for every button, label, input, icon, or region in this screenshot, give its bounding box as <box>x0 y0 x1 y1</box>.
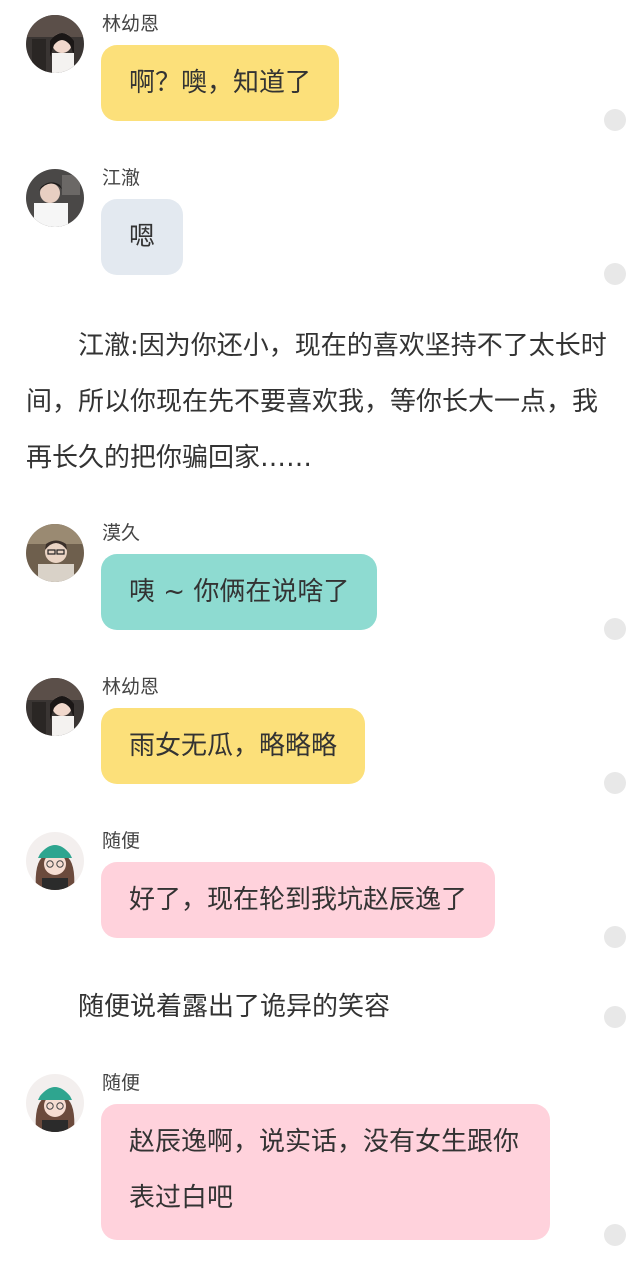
message-bubble[interactable]: 赵辰逸啊，说实话，没有女生跟你表过白吧 <box>101 1104 550 1240</box>
status-dot[interactable] <box>604 109 626 131</box>
girl-dark-hair-avatar <box>26 15 84 73</box>
sender-name: 江澈 <box>102 167 141 189</box>
avatar[interactable] <box>26 1074 84 1132</box>
narration-text: 江澈:因为你还小，现在的喜欢坚持不了太长时间，所以你现在先不要喜欢我，等你长大一… <box>26 331 607 473</box>
message-bubble[interactable]: 咦 ~ 你俩在说啥了 <box>101 554 378 630</box>
boy-glasses-avatar <box>26 524 84 582</box>
avatar[interactable] <box>26 15 84 73</box>
status-dot[interactable] <box>604 1006 626 1028</box>
narration-text: 随便说着露出了诡异的笑容 <box>26 992 391 1022</box>
status-dot[interactable] <box>604 1224 626 1246</box>
sender-name: 林幼恩 <box>102 676 160 698</box>
boy-white-shirt-avatar <box>26 169 84 227</box>
sender-name: 随便 <box>102 830 141 852</box>
sender-name: 随便 <box>102 1072 141 1094</box>
avatar[interactable] <box>26 832 84 890</box>
avatar[interactable] <box>26 678 84 736</box>
avatar[interactable] <box>26 524 84 582</box>
status-dot[interactable] <box>604 618 626 640</box>
sender-name: 漠久 <box>102 522 141 544</box>
sender-name: 林幼恩 <box>102 13 160 35</box>
status-dot[interactable] <box>604 926 626 948</box>
message-bubble[interactable]: 嗯 <box>101 199 184 275</box>
message-bubble[interactable]: 啊？噢，知道了 <box>101 45 340 121</box>
status-dot[interactable] <box>604 772 626 794</box>
girl-dark-hair-avatar <box>26 678 84 736</box>
message-bubble[interactable]: 雨女无瓜，略略略 <box>101 708 366 784</box>
status-dot[interactable] <box>604 263 626 285</box>
message-bubble[interactable]: 好了，现在轮到我坑赵辰逸了 <box>101 862 496 938</box>
girl-green-cap-avatar <box>26 832 84 890</box>
avatar[interactable] <box>26 169 84 227</box>
girl-green-cap-avatar <box>26 1074 84 1132</box>
